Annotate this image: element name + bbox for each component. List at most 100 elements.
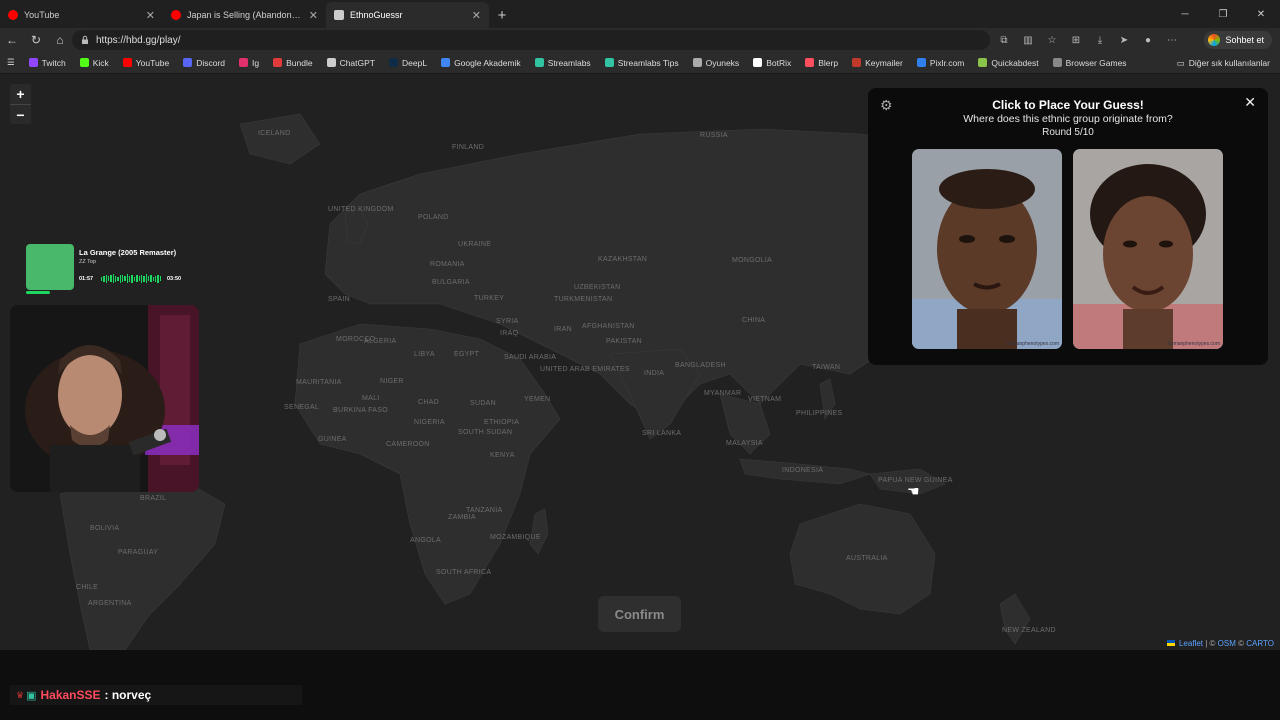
sidebar-toggle-icon[interactable]: ☰ (0, 52, 22, 74)
map-label: KENYA (490, 452, 515, 459)
world-map[interactable]: RUSSIA FINLAND ICELAND UNITED KINGDOM POLAND… (0, 74, 1280, 650)
waveform-bar (138, 276, 140, 281)
bookmark-twitch[interactable]: Twitch (22, 52, 73, 74)
map-label: CHAD (418, 399, 440, 406)
bookmark-favicon-icon (273, 58, 283, 67)
streamer-webcam (10, 305, 199, 492)
more-icon[interactable]: ⋯ (1163, 32, 1181, 48)
bookmark-google-akademik[interactable]: Google Akademik (434, 52, 528, 74)
toolbar-icons: ⧉ ▥ ☆ ⊞ ⤓ ➤ ● ⋯ (995, 32, 1181, 48)
osm-link[interactable]: OSM (1218, 639, 1236, 648)
bookmark-streamlabs-tips[interactable]: Streamlabs Tips (598, 52, 686, 74)
bookmark-chatgpt[interactable]: ChatGPT (320, 52, 382, 74)
male-phenotype-image[interactable]: humanphenotypes.com (912, 149, 1062, 349)
map-label: AUSTRALIA (846, 555, 888, 562)
image-watermark: humanphenotypes.com (1168, 341, 1220, 347)
map-label: MYANMAR (704, 390, 742, 397)
bookmark-label: Quickabdest (991, 57, 1039, 68)
download-icon[interactable]: ⤓ (1091, 32, 1109, 48)
bookmark-deepl[interactable]: DeepL (382, 52, 434, 74)
bookmark-oyuneks[interactable]: Oyuneks (686, 52, 747, 74)
map-label: ETHIOPIA (484, 419, 520, 426)
map-label: TURKEY (474, 295, 505, 302)
refresh-icon[interactable]: ↻ (24, 28, 48, 52)
map-label: TAIWAN (812, 364, 841, 371)
minimize-icon[interactable]: ─ (1166, 0, 1204, 28)
zoom-in-button[interactable]: + (10, 84, 31, 104)
map-label: EGYPT (454, 351, 480, 358)
map-attribution: Leaflet | © OSM © CARTO (1166, 639, 1274, 648)
bookmark-label: Streamlabs Tips (617, 57, 679, 68)
waveform-bar (133, 276, 136, 281)
song-title: La Grange (2005 Remaster) (79, 248, 177, 257)
back-icon[interactable]: ← (0, 28, 24, 52)
profile-icon[interactable]: ● (1139, 32, 1157, 48)
bookmark-favicon-icon (604, 58, 614, 67)
artist-name: ZZ Top (79, 259, 97, 265)
bookmark-pixlr-com[interactable]: Pixlr.com (910, 52, 971, 74)
bookmark-favicon-icon (28, 58, 38, 67)
female-phenotype-image[interactable]: humanphenotypes.com (1073, 149, 1223, 349)
bookmark-youtube[interactable]: YouTube (116, 52, 176, 74)
map-label: ARGENTINA (88, 600, 132, 607)
bookmark-label: Google Akademik (454, 57, 521, 68)
bookmark-browser-games[interactable]: Browser Games (1046, 52, 1134, 74)
waveform-bar (140, 274, 143, 283)
folder-icon: ▭ (1176, 57, 1185, 68)
zoom-out-button[interactable]: − (10, 104, 31, 124)
map-label: INDONESIA (782, 467, 824, 474)
browser-tab-bar: YouTube ✕ Japan is Selling (Abandoned) H… (0, 0, 1280, 28)
favorites-icon[interactable]: ☆ (1043, 32, 1061, 48)
close-tab-icon[interactable]: ✕ (472, 9, 481, 22)
map-label: IRAN (554, 326, 572, 333)
close-tab-icon[interactable]: ✕ (146, 9, 155, 22)
waveform-bar (108, 276, 110, 281)
bookmark-botrix[interactable]: BotRix (746, 52, 798, 74)
other-bookmarks[interactable]: ▭ Diğer sık kullanılanlar (1177, 52, 1270, 74)
map-label: NIGERIA (414, 419, 445, 426)
lock-icon (82, 35, 88, 44)
bookmark-favicon-icon (805, 58, 815, 67)
extensions-icon[interactable]: ⧉ (995, 32, 1013, 48)
bookmark-label: Twitch (41, 57, 66, 68)
bookmark-blerp[interactable]: Blerp (798, 52, 845, 74)
tab-youtube[interactable]: YouTube ✕ (0, 2, 163, 28)
bookmark-keymailer[interactable]: Keymailer (845, 52, 910, 74)
bookmark-favicon-icon (852, 58, 862, 67)
waveform-bar (117, 276, 119, 281)
copilot-button[interactable]: Sohbet et (1204, 31, 1272, 49)
bookmark-streamlabs[interactable]: Streamlabs (528, 52, 598, 74)
bookmark-label: Ig (252, 57, 260, 68)
bookmark-ig[interactable]: Ig (232, 52, 266, 74)
carto-link[interactable]: CARTO (1246, 639, 1274, 648)
map-label: FINLAND (452, 144, 485, 151)
tab-japan-video[interactable]: Japan is Selling (Abandoned) Hou ✕ (163, 2, 326, 28)
map-label: BOLIVIA (90, 525, 120, 532)
map-label: MALI (362, 395, 380, 402)
map-label: MOZAMBIQUE (490, 534, 541, 541)
map-label: VIETNAM (748, 396, 782, 403)
map-label: SOUTH SUDAN (458, 429, 513, 436)
url-bar[interactable]: https://hbd.gg/play/ (72, 30, 990, 50)
bookmark-quickabdest[interactable]: Quickabdest (971, 52, 1045, 74)
bookmark-favicon-icon (753, 58, 763, 67)
bookmark-bundle[interactable]: Bundle (266, 52, 319, 74)
new-tab-button[interactable]: + (489, 2, 515, 28)
waveform-bar (119, 274, 122, 283)
tab-ethnoguessr[interactable]: EthnoGuessr ✕ (326, 2, 489, 28)
chat-overlay: ♛ ▣ HakanSSE : norveç (10, 685, 302, 705)
bookmark-label: Streamlabs (547, 57, 591, 68)
close-tab-icon[interactable]: ✕ (309, 9, 318, 22)
home-icon[interactable]: ⌂ (48, 28, 72, 52)
collections-icon[interactable]: ⊞ (1067, 32, 1085, 48)
bookmark-kick[interactable]: Kick (73, 52, 116, 74)
leaflet-link[interactable]: Leaflet (1179, 639, 1203, 648)
close-window-icon[interactable]: ✕ (1242, 0, 1280, 28)
split-screen-icon[interactable]: ▥ (1019, 32, 1037, 48)
bookmark-discord[interactable]: Discord (176, 52, 232, 74)
share-icon[interactable]: ➤ (1115, 32, 1133, 48)
map-label: SENEGAL (284, 404, 320, 411)
bookmark-favicon-icon (122, 58, 132, 67)
confirm-button[interactable]: Confirm (598, 596, 681, 632)
maximize-icon[interactable]: ❐ (1204, 0, 1242, 28)
